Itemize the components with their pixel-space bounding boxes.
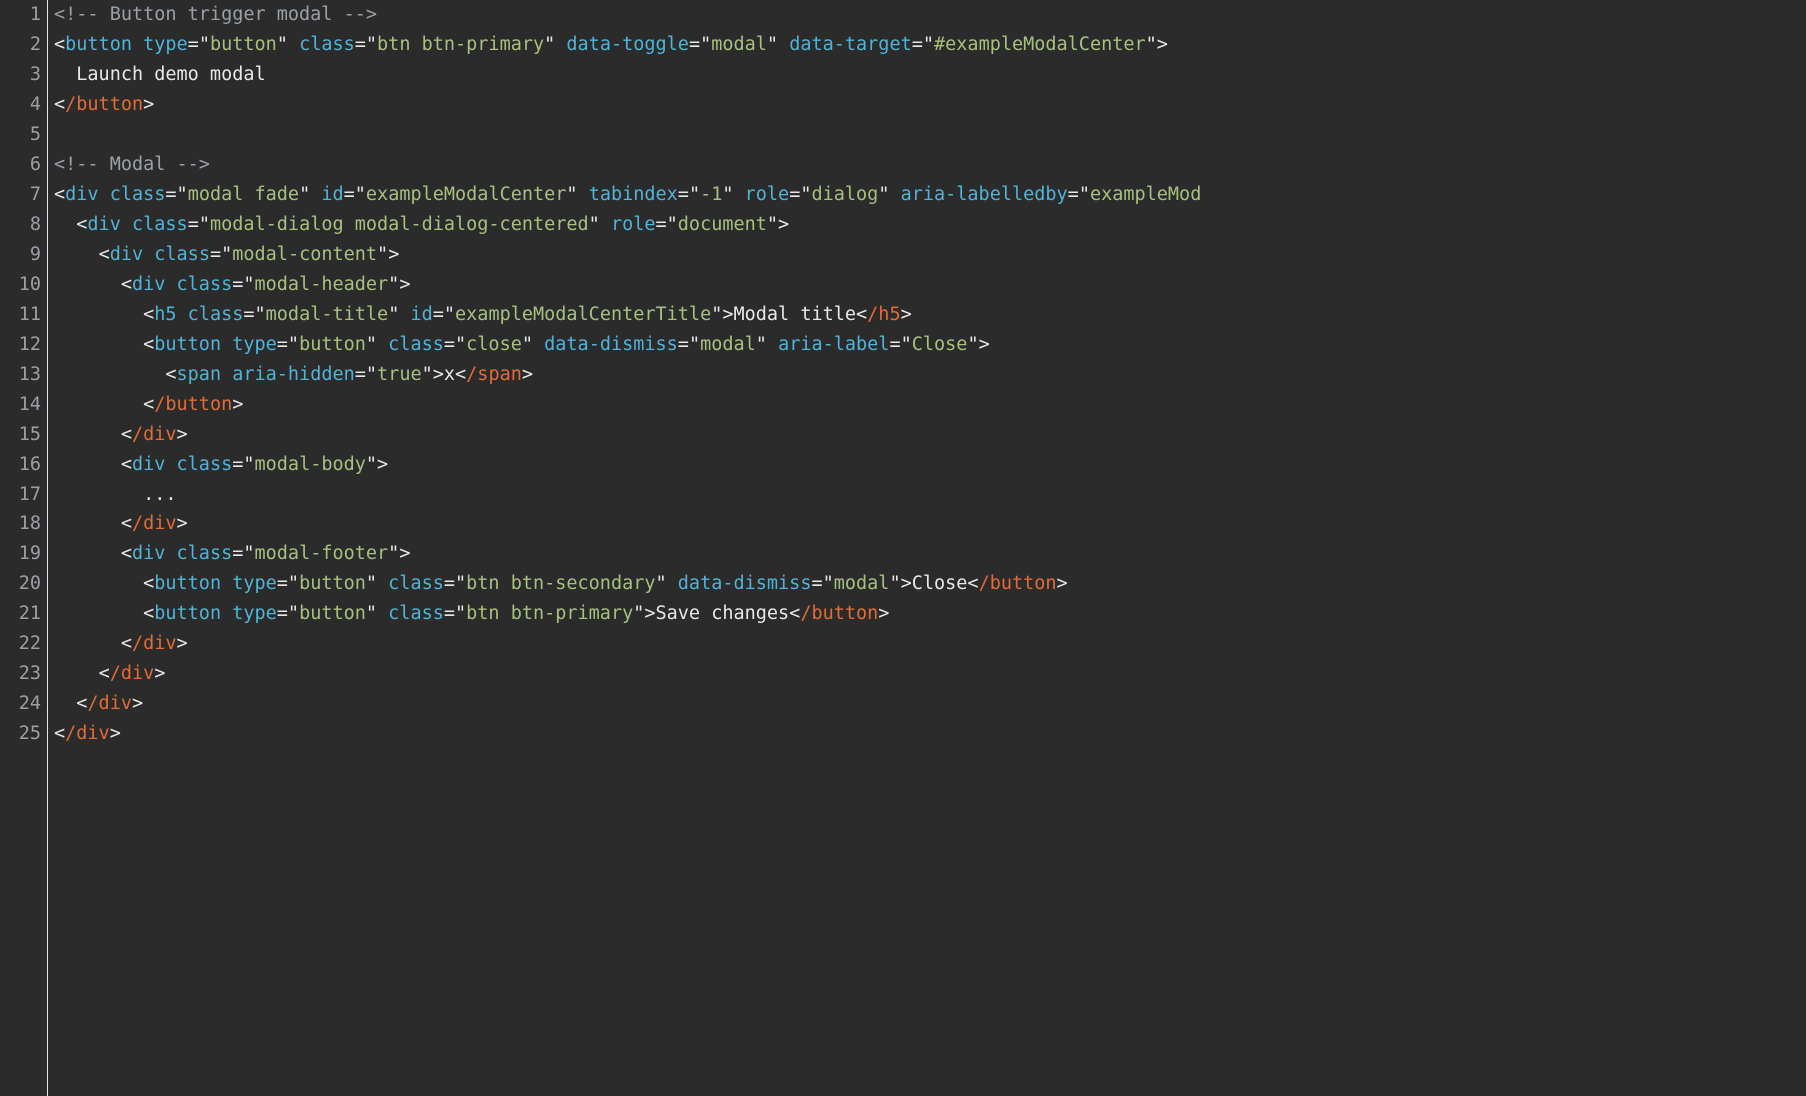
line-number: 15 — [0, 420, 41, 450]
line-number: 4 — [0, 90, 41, 120]
code-line[interactable]: <button type="button" class="btn btn-sec… — [54, 569, 1806, 599]
code-line[interactable]: <div class="modal-content"> — [54, 240, 1806, 270]
code-line[interactable]: </div> — [54, 509, 1806, 539]
code-line[interactable]: </div> — [54, 629, 1806, 659]
code-line[interactable]: </button> — [54, 390, 1806, 420]
code-line[interactable]: <span aria-hidden="true">x</span> — [54, 360, 1806, 390]
code-line[interactable]: </button> — [54, 90, 1806, 120]
code-line[interactable]: <button type="button" class="close" data… — [54, 330, 1806, 360]
line-number: 22 — [0, 629, 41, 659]
line-number: 19 — [0, 539, 41, 569]
line-number: 9 — [0, 240, 41, 270]
line-number: 13 — [0, 360, 41, 390]
code-line[interactable]: </div> — [54, 689, 1806, 719]
code-line[interactable]: <div class="modal-body"> — [54, 450, 1806, 480]
line-number: 1 — [0, 0, 41, 30]
code-line[interactable]: <div class="modal-header"> — [54, 270, 1806, 300]
line-number: 18 — [0, 509, 41, 539]
line-number: 5 — [0, 120, 41, 150]
line-number: 3 — [0, 60, 41, 90]
code-line[interactable] — [54, 120, 1806, 150]
line-number: 8 — [0, 210, 41, 240]
line-number: 6 — [0, 150, 41, 180]
code-line[interactable]: <div class="modal fade" id="exampleModal… — [54, 180, 1806, 210]
line-number: 14 — [0, 390, 41, 420]
line-number: 2 — [0, 30, 41, 60]
code-line[interactable]: <!-- Button trigger modal --> — [54, 0, 1806, 30]
line-number: 25 — [0, 719, 41, 749]
line-number-gutter: 1234567891011121314151617181920212223242… — [0, 0, 48, 1096]
code-line[interactable]: <div class="modal-footer"> — [54, 539, 1806, 569]
line-number: 16 — [0, 450, 41, 480]
line-number: 17 — [0, 480, 41, 510]
line-number: 21 — [0, 599, 41, 629]
line-number: 20 — [0, 569, 41, 599]
line-number: 23 — [0, 659, 41, 689]
line-number: 12 — [0, 330, 41, 360]
code-line[interactable]: </div> — [54, 719, 1806, 749]
code-line[interactable]: <!-- Modal --> — [54, 150, 1806, 180]
code-line[interactable]: <h5 class="modal-title" id="exampleModal… — [54, 300, 1806, 330]
code-line[interactable]: Launch demo modal — [54, 60, 1806, 90]
line-number: 10 — [0, 270, 41, 300]
line-number: 11 — [0, 300, 41, 330]
code-line[interactable]: ... — [54, 480, 1806, 510]
code-line[interactable]: </div> — [54, 659, 1806, 689]
code-line[interactable]: </div> — [54, 420, 1806, 450]
code-editor: 1234567891011121314151617181920212223242… — [0, 0, 1806, 1096]
code-line[interactable]: <button type="button" class="btn btn-pri… — [54, 30, 1806, 60]
line-number: 24 — [0, 689, 41, 719]
code-area[interactable]: <!-- Button trigger modal --><button typ… — [48, 0, 1806, 1096]
code-line[interactable]: <div class="modal-dialog modal-dialog-ce… — [54, 210, 1806, 240]
line-number: 7 — [0, 180, 41, 210]
code-line[interactable]: <button type="button" class="btn btn-pri… — [54, 599, 1806, 629]
